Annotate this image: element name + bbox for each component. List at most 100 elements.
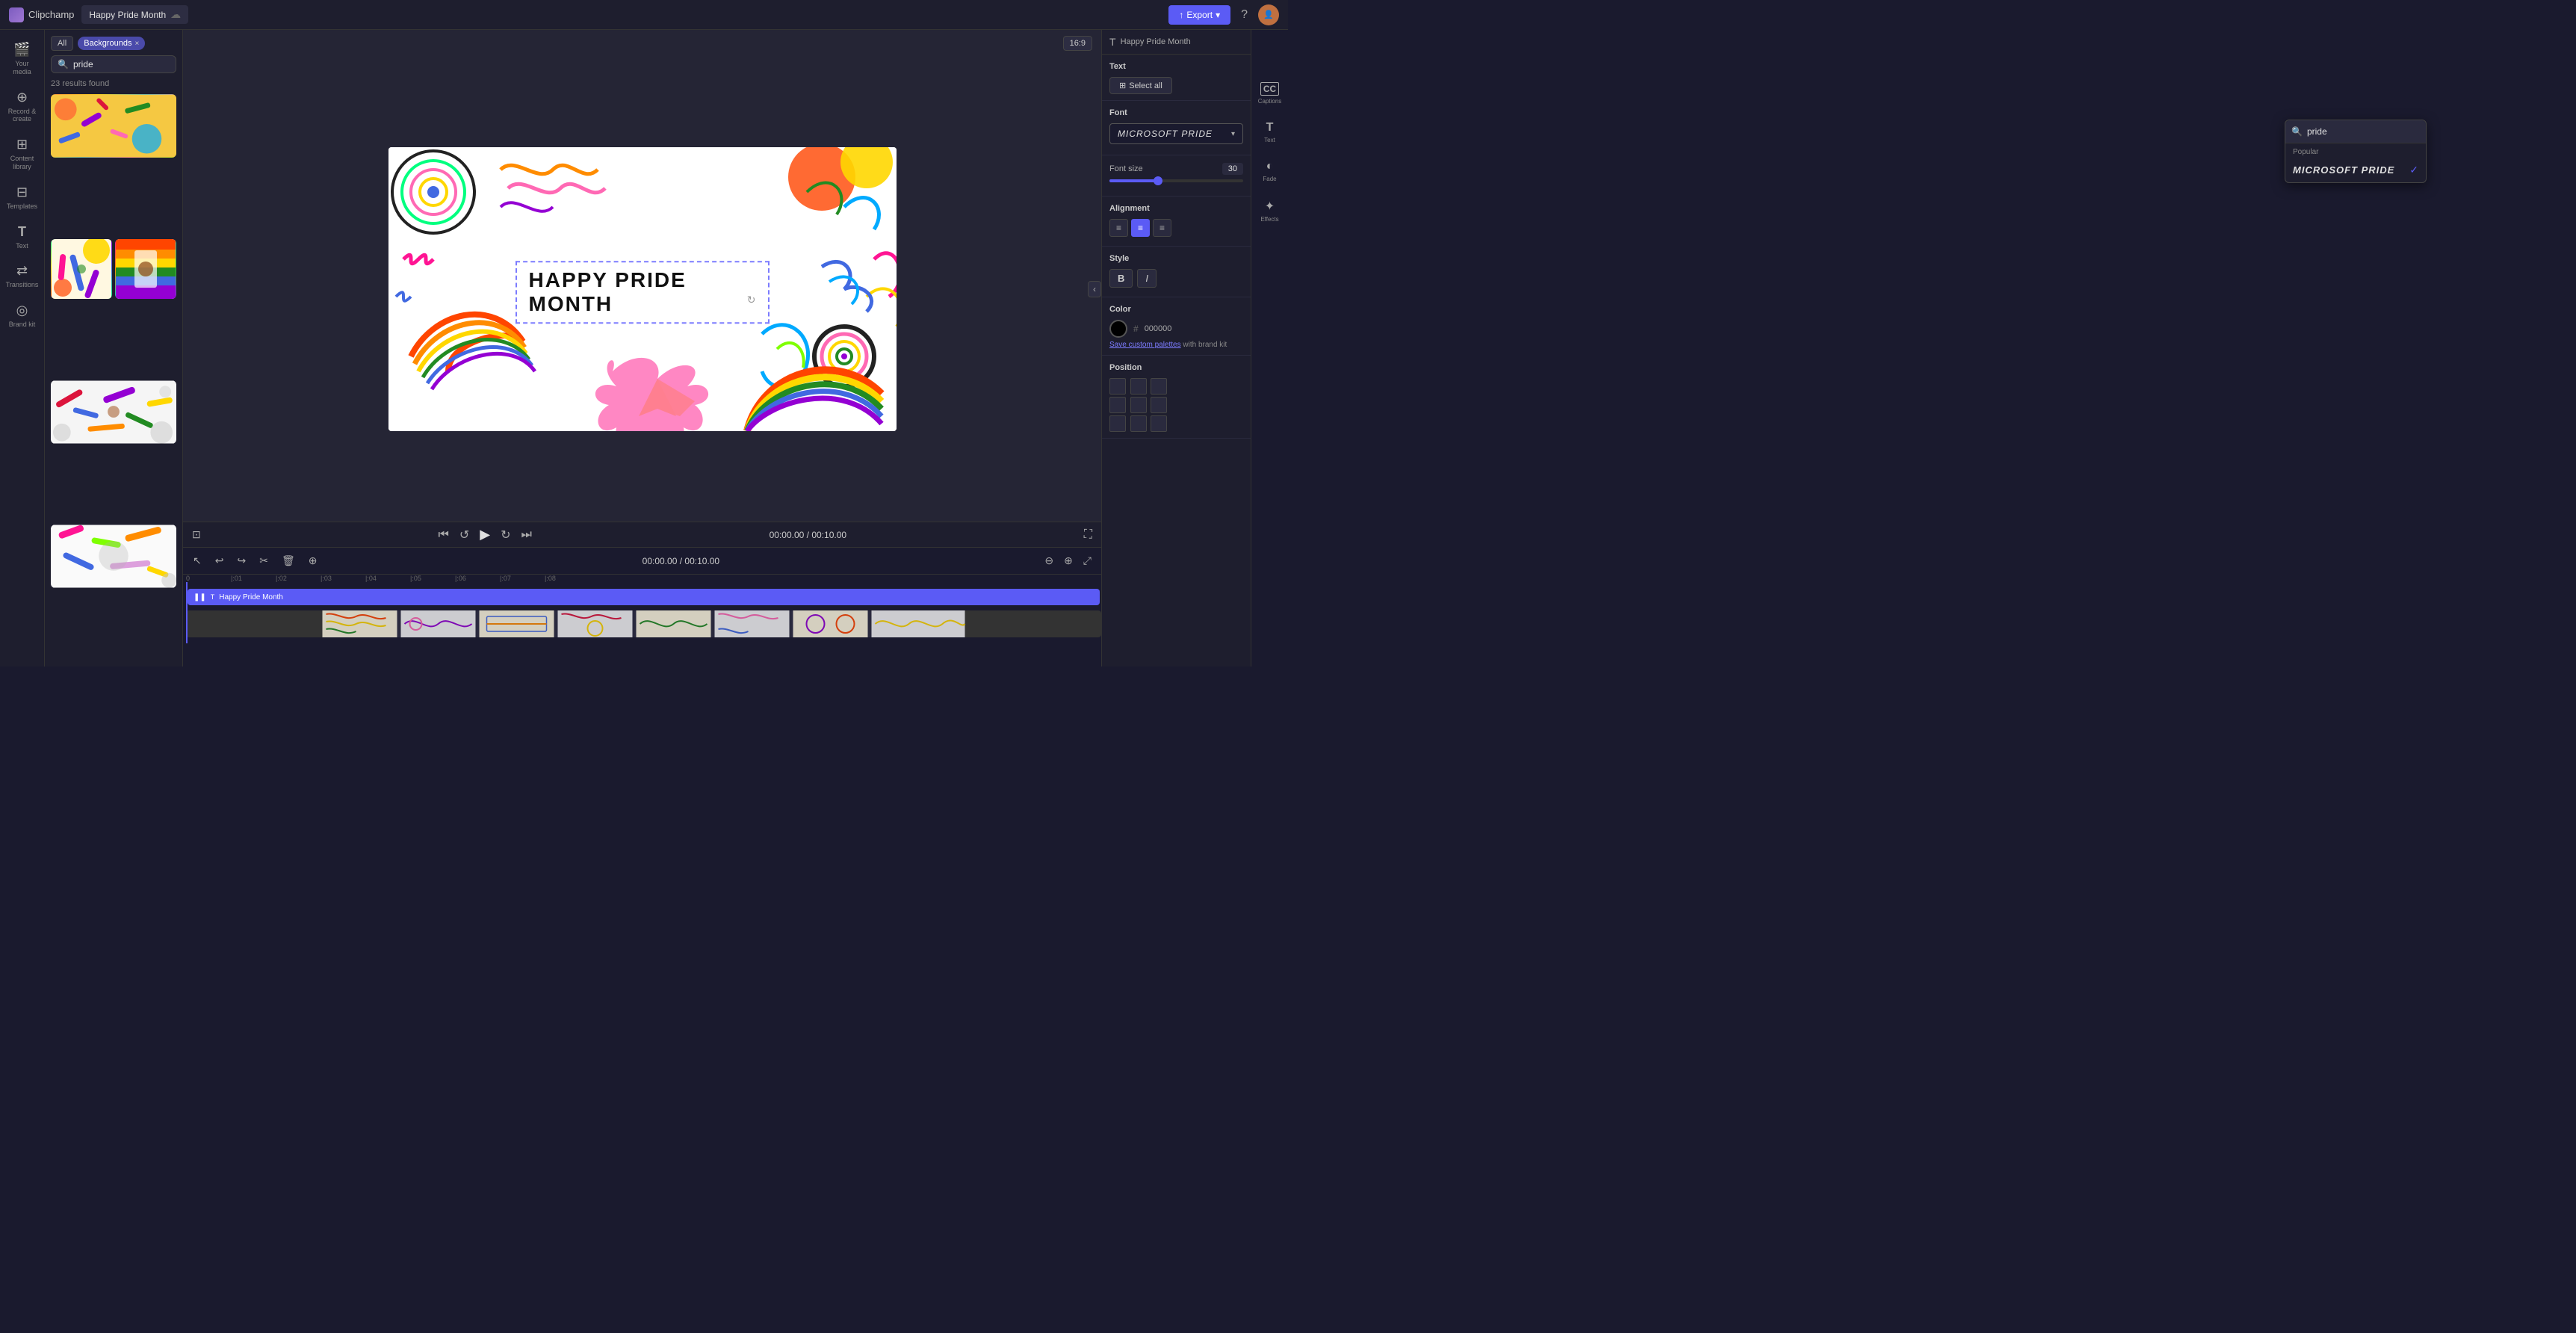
filter-all-button[interactable]: All [51,36,73,51]
reload-icon[interactable]: ↻ [747,294,756,306]
tab-title[interactable]: Happy Pride Month ☁ [81,5,188,24]
position-section: Position [1102,356,1251,439]
align-center-button[interactable]: ≡ [1131,219,1150,237]
media-thumb[interactable] [51,94,176,158]
ruler-mark: |:02 [276,575,321,582]
font-search-input[interactable] [2307,126,2423,137]
effects-label: Effects [1260,216,1278,223]
cursor-tool-button[interactable]: ↖ [189,552,205,569]
zoom-in-button[interactable]: ⊕ [1060,552,1077,569]
filter-tag-close[interactable]: × [134,40,139,48]
font-size-slider-fill [1109,179,1157,182]
canvas-preview[interactable]: HAPPY PRIDE MONTH ↻ [388,147,897,431]
user-avatar[interactable]: 👤 [1258,4,1279,25]
font-section: Font MICROSOFT PRIDE ▾ [1102,101,1251,155]
playback-controls: ⏮ ↺ ▶ ↻ ⏭ [438,527,531,542]
play-button[interactable]: ▶ [480,527,490,542]
redo-button[interactable]: ↪ [233,552,250,569]
color-row: # 000000 [1109,320,1243,338]
italic-button[interactable]: I [1137,269,1157,288]
media-thumb[interactable] [51,380,176,444]
logo-icon [9,7,24,22]
fullscreen-button[interactable]: ⛶ [1084,528,1092,542]
timeline-toolbar: ↖ ↩ ↪ ✂ 🗑 ⊕ 00:00.00 / 00:10.00 ⊖ ⊕ ⤢ [183,548,1101,575]
position-middle-center[interactable] [1130,397,1147,413]
position-middle-left[interactable] [1109,397,1126,413]
color-swatch[interactable] [1109,320,1127,338]
select-all-icon: ⊞ [1119,81,1126,90]
captions-button[interactable]: ⊡ [192,528,201,541]
forward-button[interactable]: ↻ [501,528,510,542]
color-section: Color # 000000 Save custom palettes with… [1102,297,1251,356]
font-size-label: Font size [1109,164,1143,173]
zoom-out-button[interactable]: ⊖ [1041,552,1057,569]
delete-button[interactable]: 🗑 [278,552,299,569]
fade-icon: ◐ [1266,160,1274,173]
effects-panel-button[interactable]: ✦ Effects [1253,191,1287,230]
font-item-microsoft-pride[interactable]: MICROSOFT PRIDE ✓ [2285,158,2426,182]
position-section-header: Position [1109,363,1243,372]
sidebar-item-brand-kit[interactable]: ◎ Brand kit [3,297,42,335]
right-icons-strip: CC Captions T Text ◐ Fade ✦ Effects [1251,30,1288,666]
font-size-row: Font size 30 [1109,163,1243,175]
position-bottom-right[interactable] [1151,415,1167,432]
export-icon: ↑ [1179,10,1183,20]
sidebar-item-label: Text [16,242,28,250]
alignment-section-header: Alignment [1109,204,1243,213]
sidebar-item-your-media[interactable]: 🎬 Your media [3,36,42,82]
hash-symbol: # [1133,324,1139,334]
position-top-left[interactable] [1109,378,1126,395]
font-popular-label: Popular [2285,143,2426,158]
export-button[interactable]: ↑ Export ▾ [1168,5,1230,25]
save-custom-palettes-link[interactable]: Save custom palettes [1109,341,1181,349]
skip-forward-button[interactable]: ⏭ [521,528,532,542]
sidebar-item-transitions[interactable]: ⇄ Transitions [3,257,42,295]
text-section-header: Text [1109,62,1243,71]
fade-panel-button[interactable]: ◐ Fade [1253,152,1287,190]
sidebar-item-record-create[interactable]: ⊕ Record & create [3,84,42,130]
font-dropdown[interactable]: MICROSOFT PRIDE ▾ [1109,123,1243,144]
search-input[interactable] [73,59,189,69]
bold-button[interactable]: B [1109,269,1133,288]
text-panel-button[interactable]: T Text [1253,114,1287,151]
sidebar-item-content-library[interactable]: ⊞ Content library [3,131,42,177]
sidebar-item-text[interactable]: T Text [3,218,42,256]
timeline-playhead[interactable] [186,582,188,643]
fit-view-button[interactable]: ⤢ [1080,552,1095,569]
font-size-slider-thumb[interactable] [1154,176,1162,185]
media-thumb[interactable] [115,239,176,299]
alignment-row: ≡ ≡ ≡ [1109,219,1243,237]
media-thumb[interactable] [51,525,176,588]
position-bottom-center[interactable] [1130,415,1147,432]
content-library-icon: ⊞ [16,137,28,152]
media-thumb[interactable] [51,239,112,299]
help-button[interactable]: ? [1238,5,1251,25]
undo-button[interactable]: ↩ [211,552,228,569]
playback-bar: ⊡ ⏮ ↺ ▶ ↻ ⏭ 00:00.00 / 00:10.00 ⛶ [183,522,1101,547]
text-track-icon: ❚❚ [193,593,206,601]
thumb-svg [51,94,176,158]
sidebar-item-templates[interactable]: ⊟ Templates [3,179,42,217]
canvas-text-overlay[interactable]: HAPPY PRIDE MONTH ↻ [515,261,770,324]
position-top-center[interactable] [1130,378,1147,395]
canvas-top-bar: 16:9 [183,30,1101,57]
text-track-label: Happy Pride Month [219,593,283,601]
position-middle-right[interactable] [1151,397,1167,413]
skip-back-button[interactable]: ⏮ [438,528,448,542]
app-logo: Clipchamp [9,7,74,22]
position-top-right[interactable] [1151,378,1167,395]
select-all-button[interactable]: ⊞ Select all [1109,77,1172,94]
captions-panel-button[interactable]: CC Captions [1253,75,1287,112]
current-time: 00:00.00 [770,530,805,540]
collapse-panel-button[interactable]: ‹ [1088,281,1101,297]
position-bottom-left[interactable] [1109,415,1126,432]
cut-button[interactable]: ✂ [256,552,272,569]
save-palettes-text: Save custom palettes with brand kit [1109,341,1243,349]
rewind-button[interactable]: ↺ [459,528,469,542]
font-size-slider[interactable] [1109,179,1243,182]
align-left-button[interactable]: ≡ [1109,219,1128,237]
add-to-timeline-button[interactable]: ⊕ [305,552,321,569]
align-right-button[interactable]: ≡ [1153,219,1171,237]
filter-tag-label: Backgrounds [84,39,131,48]
text-track-clip[interactable]: ❚❚ T Happy Pride Month [188,589,1100,605]
